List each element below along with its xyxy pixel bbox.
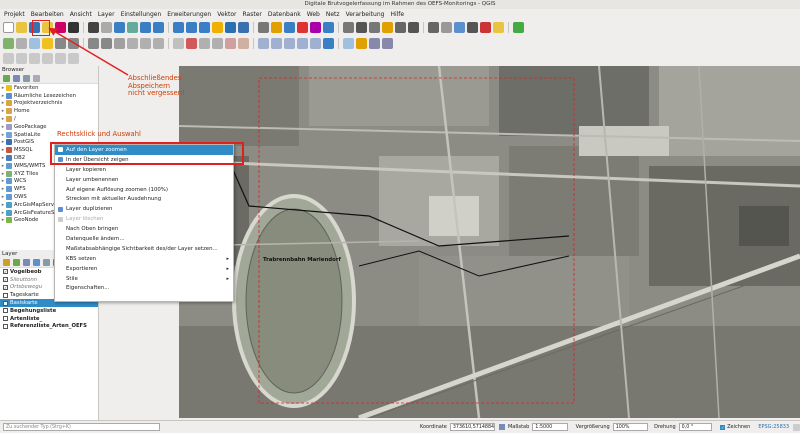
coordinate-label: Koordinate xyxy=(419,424,447,430)
remove-icon xyxy=(58,216,63,222)
status-bar: Zu suchender Typ (Strg+K) Koordinate 373… xyxy=(0,420,800,433)
submenu-arrow-icon: ▸ xyxy=(226,265,229,272)
scale-label: Maßstab xyxy=(507,424,530,430)
coordinate-field[interactable]: 373610,5714884 xyxy=(449,423,496,431)
magnifier-field[interactable]: 100% xyxy=(612,423,649,431)
context-menu-item[interactable]: Stile ▸ xyxy=(55,274,233,284)
context-menu-item-label: Nach Oben bringen xyxy=(66,226,119,233)
context-menu-item[interactable]: Layer kopieren xyxy=(55,165,233,175)
duplicate-icon xyxy=(58,206,63,212)
context-menu-item[interactable]: Auf eigene Auflösung zoomen (100%) xyxy=(55,185,233,195)
rotation-label: Drehung xyxy=(654,424,676,430)
context-menu-item[interactable]: Strecken mit aktueller Ausdehnung xyxy=(55,194,233,204)
context-menu-item: Layer löschen xyxy=(55,214,233,224)
context-menu-item-label: Layer duplizieren xyxy=(66,206,113,213)
crs-button[interactable]: EPSG:25833 xyxy=(758,424,789,430)
lock-scale-icon[interactable] xyxy=(499,424,505,430)
context-menu-item[interactable]: Exportieren ▸ xyxy=(55,264,233,274)
context-menu-item-label: Maßstabsabhängige Sichtbarkeit des/der L… xyxy=(66,245,218,252)
context-menu-item-label: Layer umbenennen xyxy=(66,176,119,183)
context-menu-item-label: Layer löschen xyxy=(66,216,104,223)
render-checkbox[interactable]: ✓ xyxy=(720,424,726,430)
layer-context-menu: Auf den Layer zoomen In der Übersicht zei… xyxy=(54,144,234,302)
context-menu-item[interactable]: Maßstabsabhängige Sichtbarkeit des/der L… xyxy=(55,244,233,254)
context-menu-item-label: Exportieren xyxy=(66,265,98,272)
render-label: Zeichnen xyxy=(727,424,751,430)
locator-search-input[interactable]: Zu suchender Typ (Strg+K) xyxy=(3,423,160,431)
context-menu-item-label: Auf eigene Auflösung zoomen (100%) xyxy=(66,186,169,193)
context-menu-item[interactable]: Nach Oben bringen xyxy=(55,224,233,234)
save-annotation: Abschließendes Abspeichern nicht vergess… xyxy=(128,74,185,97)
submenu-arrow-icon: ▸ xyxy=(226,275,229,282)
context-menu-item-label: Eigenschaften... xyxy=(66,285,110,292)
messages-icon[interactable] xyxy=(793,423,800,431)
context-menu-item[interactable]: Layer duplizieren xyxy=(55,204,233,214)
submenu-arrow-icon: ▸ xyxy=(226,255,229,262)
context-menu-item-label: Stile xyxy=(66,275,78,282)
context-menu-item[interactable]: KBS setzen ▸ xyxy=(55,254,233,264)
right-click-annotation: Rechtsklick und Auswahl xyxy=(57,130,141,138)
scale-field[interactable]: 1:5000 xyxy=(532,423,568,431)
context-item-highlight-box xyxy=(50,142,244,165)
context-menu-item-label: Datenquelle ändern... xyxy=(66,235,125,242)
rotation-field[interactable]: 0,0 ° xyxy=(678,423,713,431)
context-menu-item-label: Strecken mit aktueller Ausdehnung xyxy=(66,196,162,203)
context-menu-item[interactable]: Datenquelle ändern... xyxy=(55,234,233,244)
context-menu-item-label: Layer kopieren xyxy=(66,166,107,173)
magnifier-label: Vergrößerung xyxy=(575,424,610,430)
context-menu-item[interactable]: Eigenschaften... xyxy=(55,283,233,293)
context-menu-item[interactable]: Layer umbenennen xyxy=(55,175,233,185)
context-menu-item-label: KBS setzen xyxy=(66,255,97,262)
